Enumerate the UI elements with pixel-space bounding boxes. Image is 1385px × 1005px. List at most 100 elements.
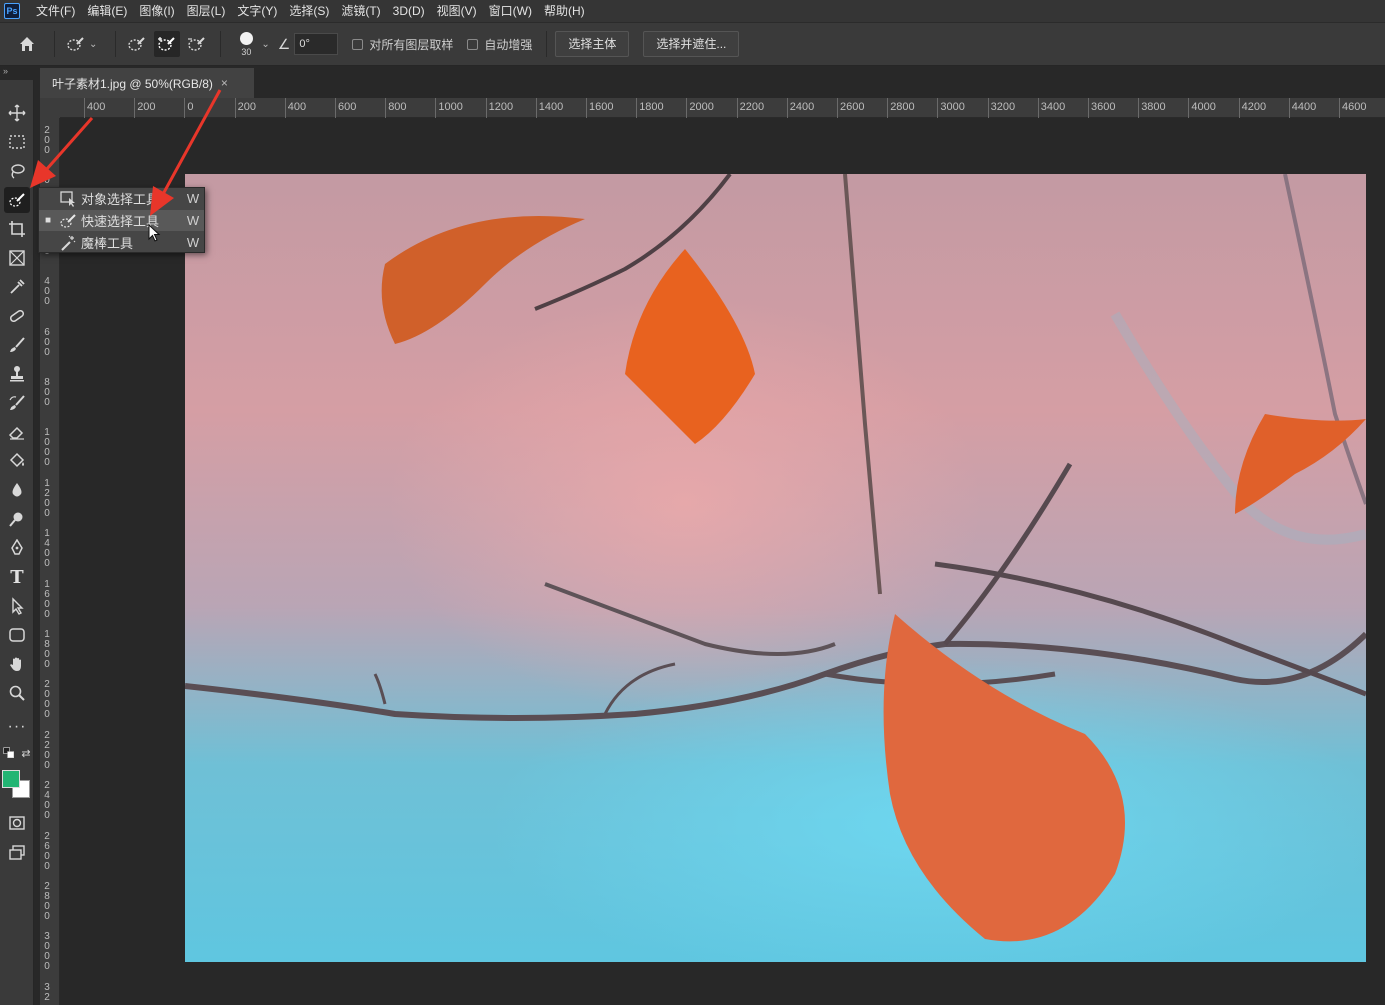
ruler-tick (335, 98, 336, 118)
angle-input[interactable]: 0° (294, 33, 339, 55)
flyout-item-quick-selection[interactable]: ■ 快速选择工具 W (39, 210, 204, 231)
screen-mode-button[interactable] (4, 840, 30, 866)
quick-mask-button[interactable] (4, 810, 30, 836)
menu-select[interactable]: 选择(S) (283, 0, 335, 22)
select-subject-button[interactable]: 选择主体 (555, 31, 630, 57)
menu-help[interactable]: 帮助(H) (538, 0, 591, 22)
marquee-tool[interactable] (4, 129, 30, 155)
menu-view[interactable]: 视图(V) (431, 0, 483, 22)
menu-edit[interactable]: 编辑(E) (81, 0, 133, 22)
ruler-tick (937, 98, 939, 118)
quick-selection-tool[interactable] (4, 187, 30, 213)
lasso-tool[interactable] (4, 158, 30, 184)
magnifier-icon (9, 685, 25, 701)
hand-tool[interactable] (4, 651, 30, 677)
collapse-panel-button[interactable]: » (0, 66, 34, 80)
history-brush-tool[interactable] (4, 390, 30, 416)
rectangle-tool[interactable] (4, 622, 30, 648)
bandage-icon (9, 309, 25, 323)
ruler-tick-label: 1600 (589, 101, 614, 113)
type-tool[interactable]: T (4, 564, 30, 590)
subtract-from-selection-mode-button[interactable] (184, 31, 210, 57)
ruler-tick-label: 400 (87, 101, 106, 113)
brush-size-picker[interactable]: 30 (235, 31, 257, 57)
add-to-selection-mode-button[interactable] (154, 31, 181, 57)
close-icon[interactable]: × (221, 76, 228, 90)
dodge-icon (9, 512, 23, 527)
ruler-tick (84, 98, 85, 118)
menu-layer[interactable]: 图层(L) (181, 0, 232, 22)
flyout-item-shortcut: W (186, 235, 200, 250)
document-tab[interactable]: 叶子素材1.jpg @ 50%(RGB/8) × (40, 68, 254, 98)
ruler-tick (1238, 98, 1240, 118)
brush-tool[interactable] (4, 332, 30, 358)
frame-tool[interactable] (4, 245, 30, 271)
subtract-from-selection-icon (188, 37, 206, 51)
photoshop-logo: Ps (4, 3, 20, 19)
crop-tool[interactable] (4, 216, 30, 242)
quick-selection-brush-icon (67, 37, 84, 51)
paint-bucket-tool[interactable] (4, 448, 30, 474)
brush-icon (10, 337, 25, 352)
flyout-item-magic-wand[interactable]: 魔棒工具 W (39, 232, 204, 253)
menu-filter[interactable]: 滤镜(T) (335, 0, 386, 22)
ruler-tick-label: 1000 (44, 427, 50, 469)
menu-file[interactable]: 文件(F) (30, 0, 81, 22)
eraser-tool[interactable] (4, 419, 30, 445)
horizontal-ruler[interactable]: 400 200 0 200 400 600 800 1000 1200 1400 1600 1800 2… (60, 98, 1385, 118)
ruler-tick-label: 200 (44, 125, 50, 156)
ruler-tick (987, 98, 989, 118)
document-image[interactable] (185, 174, 1366, 962)
ruler-origin[interactable] (40, 98, 60, 118)
add-to-selection-icon (158, 37, 176, 51)
ruler-tick-label: 1000 (438, 101, 463, 113)
chevron-down-icon[interactable]: ⌄ (89, 39, 97, 50)
swap-colors-button[interactable]: ⇄ (18, 746, 34, 760)
pen-tool[interactable] (4, 535, 30, 561)
divider (54, 31, 55, 57)
marquee-icon (9, 135, 25, 149)
ruler-tick-label: 1400 (44, 528, 50, 570)
ruler-tick-label: 400 (287, 101, 307, 113)
ruler-tick (686, 98, 688, 118)
auto-enhance-checkbox[interactable] (467, 38, 479, 50)
menu-3d[interactable]: 3D(D) (387, 0, 431, 22)
path-selection-tool[interactable] (4, 593, 30, 619)
new-selection-icon (128, 37, 146, 51)
clone-stamp-tool[interactable] (4, 361, 30, 387)
droplet-icon (12, 483, 22, 497)
move-tool[interactable] (4, 100, 30, 126)
home-button[interactable] (14, 31, 40, 57)
chevron-down-icon[interactable]: ⌄ (261, 39, 269, 50)
eyedropper-tool[interactable] (4, 274, 30, 300)
blur-tool[interactable] (4, 477, 30, 503)
healing-brush-tool[interactable] (4, 303, 30, 329)
paint-bucket-icon (9, 452, 25, 468)
default-colors-button[interactable] (0, 746, 18, 760)
ruler-tick (887, 98, 889, 118)
sample-all-layers-checkbox[interactable] (352, 38, 364, 50)
menu-window[interactable]: 窗口(W) (483, 0, 538, 22)
brush-size-value: 30 (241, 46, 252, 57)
ruler-tick (284, 98, 286, 118)
ruler-tick (535, 98, 537, 118)
tool-preset-picker[interactable] (63, 31, 89, 57)
zoom-tool[interactable] (4, 680, 30, 706)
edit-toolbar-button[interactable]: ··· (4, 714, 30, 740)
leaves-and-branches-illustration (185, 174, 1366, 942)
menu-image[interactable]: 图像(I) (133, 0, 180, 22)
ruler-tick (134, 98, 136, 118)
ruler-tick-label: 32 (44, 981, 50, 1003)
quick-selection-icon (57, 212, 79, 230)
ruler-tick-label: 200 (237, 101, 256, 113)
select-and-mask-button[interactable]: 选择并遮住... (643, 31, 740, 57)
auto-enhance-label: 自动增强 (484, 37, 533, 52)
new-selection-mode-button[interactable] (124, 31, 150, 57)
flyout-item-object-selection[interactable]: 对象选择工具 W (39, 188, 204, 209)
ruler-tick (1339, 98, 1340, 118)
ruler-tick-label: 0 (187, 101, 194, 113)
menu-type[interactable]: 文字(Y) (231, 0, 283, 22)
foreground-color-swatch[interactable] (2, 770, 20, 788)
dodge-tool[interactable] (4, 506, 30, 532)
quick-mask-icon (9, 816, 25, 830)
